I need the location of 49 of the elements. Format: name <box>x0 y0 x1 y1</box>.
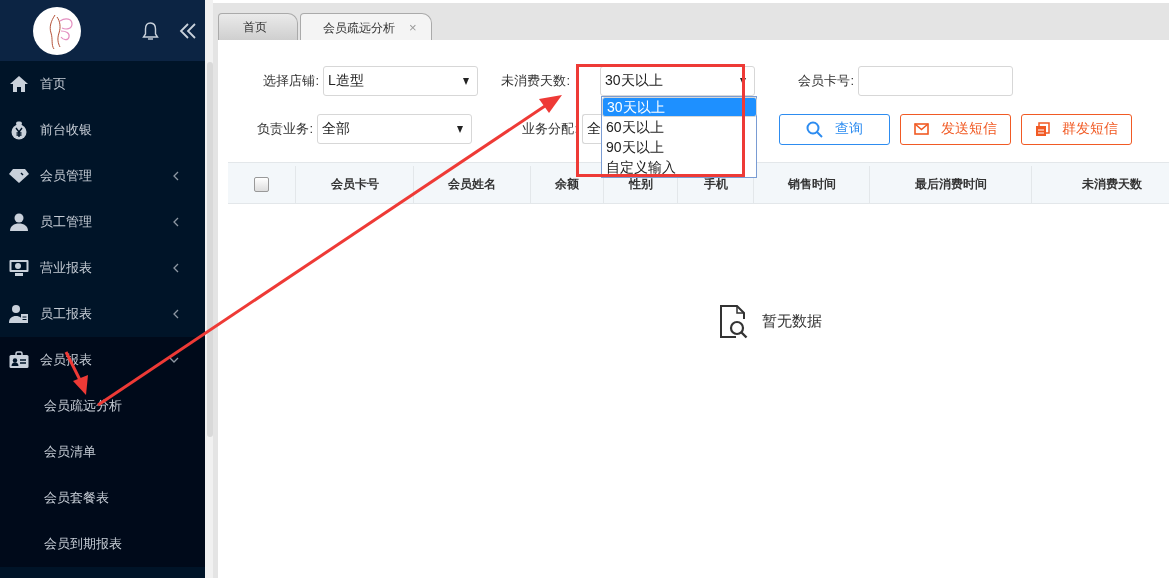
field-label: 会员卡号: <box>797 72 855 90</box>
column-header: 会员卡号 <box>295 166 413 203</box>
tab[interactable]: 首页 <box>218 13 298 40</box>
id-badge-icon <box>9 351 29 369</box>
caret-icon <box>457 125 463 133</box>
tab[interactable]: 会员疏远分析 × <box>300 13 432 40</box>
column-header: 未消费天数 <box>1031 166 1169 203</box>
sidebar-item[interactable]: 营业报表 <box>0 245 205 291</box>
column-header: 余额 <box>530 166 603 203</box>
home-icon <box>9 75 29 93</box>
input-field[interactable] <box>858 66 1013 96</box>
sidebar-item[interactable]: 首页 <box>0 61 205 107</box>
checkbox[interactable] <box>254 177 269 192</box>
scrollbar-thumb[interactable] <box>207 62 213 437</box>
empty-state-text: 暂无数据 <box>762 312 822 331</box>
tag-icon <box>9 168 29 184</box>
column-header: 会员姓名 <box>413 166 530 203</box>
select-field[interactable]: 全 <box>582 114 602 144</box>
sidebar-item[interactable]: 前台收银 <box>0 107 205 153</box>
select-field[interactable]: 全部 <box>317 114 472 144</box>
sms-button[interactable]: 发送短信 <box>900 113 1011 145</box>
sidebar-subitem[interactable]: 会员清单 <box>0 429 100 475</box>
field-label: 业务分配: <box>521 120 579 138</box>
sidebar-item[interactable]: 会员管理 <box>0 153 205 199</box>
sidebar-subitem[interactable]: 会员套餐表 <box>0 475 113 521</box>
dropdown-option[interactable]: 90天以上 <box>602 137 756 157</box>
collapse-icon[interactable] <box>179 22 197 39</box>
caret-icon <box>463 77 469 85</box>
user-document-icon <box>9 304 29 324</box>
field-label: 负责业务: <box>256 120 314 138</box>
bell-icon[interactable] <box>142 20 159 41</box>
sms-button[interactable]: 群发短信 <box>1021 113 1132 145</box>
monitor-icon <box>9 259 29 277</box>
sidebar-item[interactable]: 员工报表 <box>0 291 205 337</box>
search-button[interactable]: 查询 <box>779 113 890 145</box>
column-header: 最后消费时间 <box>869 166 1031 203</box>
field-label: 未消费天数: <box>500 72 571 90</box>
sidebar-subitem[interactable]: 会员到期报表 <box>0 521 126 567</box>
money-bag-icon <box>9 120 29 140</box>
search-icon <box>806 120 823 138</box>
field-label: 选择店铺: <box>262 72 320 90</box>
user-icon <box>9 212 29 232</box>
sidebar-item[interactable]: 员工管理 <box>0 199 205 245</box>
select-field[interactable]: L造型 <box>323 66 478 96</box>
envelope-icon <box>914 123 929 135</box>
dropdown-option[interactable]: 60天以上 <box>602 117 756 137</box>
logo-icon <box>33 6 81 55</box>
column-header: 销售时间 <box>753 166 869 203</box>
documents-icon <box>1035 121 1050 137</box>
